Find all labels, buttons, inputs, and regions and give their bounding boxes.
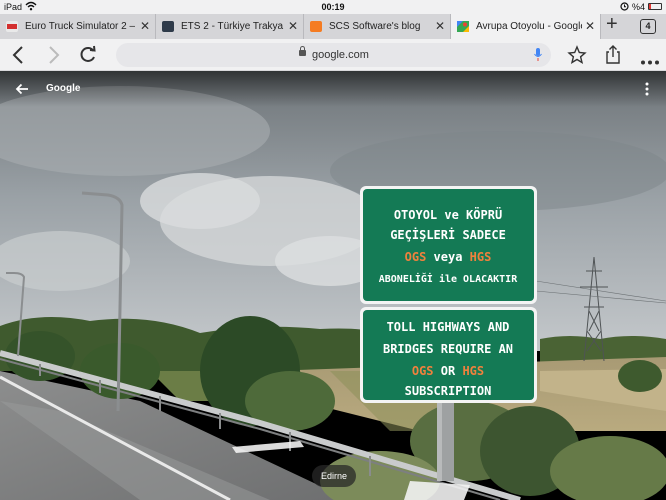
close-tab-icon[interactable]: ✕ (435, 19, 445, 33)
nav-arrow-back-icon[interactable] (232, 441, 304, 453)
sign-tr-veya: veya (426, 250, 469, 264)
new-tab-button[interactable]: + (606, 13, 618, 36)
back-button[interactable] (8, 39, 30, 71)
sign-tr-line3: OGS veya HGS (405, 250, 492, 264)
reload-button[interactable] (77, 39, 99, 71)
sign-tr-line4: ABONELİĞİ ile OLACAKTIR (379, 271, 518, 285)
battery-icon (648, 3, 662, 10)
status-bar: iPad 00:19 %4 (0, 0, 666, 14)
tab-strip: Euro Truck Simulator 2 – ✕ ETS 2 - Türki… (0, 14, 666, 39)
sign-tr-ogs: OGS (405, 250, 427, 264)
sign-en-line1: TOLL HIGHWAYS AND (387, 320, 510, 334)
street-view-header (0, 71, 666, 107)
sign-en-line2: BRIDGES REQUIRE AN (383, 342, 513, 356)
street-view-image: OTOYOL ve KÖPRÜ GEÇİŞLERİ SADECE OGS vey… (0, 71, 666, 500)
street-view-menu-icon[interactable] (645, 82, 649, 96)
favicon-icon (6, 21, 18, 32)
sign-en-line3: OGS OR HGS (412, 364, 484, 378)
microphone-icon[interactable] (534, 48, 542, 67)
close-tab-icon[interactable]: ✕ (288, 19, 298, 33)
street-view-panorama[interactable]: OTOYOL ve KÖPRÜ GEÇİŞLERİ SADECE OGS vey… (0, 71, 666, 500)
close-tab-icon[interactable]: ✕ (140, 19, 150, 33)
sign-tr-line2: GEÇİŞLERİ SADECE (390, 227, 506, 242)
tab-avrupa-otoyolu[interactable]: Avrupa Otoyolu - Google ✕ (451, 14, 601, 39)
sign-en-or: OR (434, 364, 463, 378)
close-tab-icon[interactable]: ✕ (585, 19, 595, 33)
tab-label: ETS 2 - Türkiye Trakya "R (181, 21, 285, 32)
sign-tr-hgs: HGS (470, 250, 492, 264)
more-options-icon[interactable] (640, 52, 660, 70)
favicon-icon (310, 21, 322, 32)
clock: 00:19 (321, 2, 345, 12)
sign-en-hgs: HGS (462, 364, 484, 378)
favicon-icon (162, 21, 174, 32)
tab-scs-blog[interactable]: SCS Software's blog ✕ (304, 14, 451, 39)
share-icon[interactable] (604, 45, 622, 70)
google-maps-favicon-icon (457, 21, 469, 32)
tab-label: Avrupa Otoyolu - Google (476, 21, 582, 32)
back-arrow-icon[interactable] (14, 81, 30, 97)
tab-label: Euro Truck Simulator 2 – (25, 21, 135, 32)
address-bar[interactable]: google.com (116, 43, 551, 67)
lock-icon (299, 46, 306, 56)
bookmark-star-icon[interactable] (567, 45, 587, 70)
toolbar: google.com (0, 39, 666, 71)
url-text: google.com (312, 49, 369, 61)
tab-switcher-button[interactable]: 4 (640, 19, 656, 34)
battery-percent: %4 (632, 2, 646, 12)
sign-en-ogs: OGS (412, 364, 434, 378)
browser-window: iPad 00:19 %4 Euro Truck Simulator 2 – ✕… (0, 0, 666, 500)
tab-label: SCS Software's blog (329, 21, 421, 32)
sign-en-line4: SUBSCRIPTION (405, 384, 492, 398)
place-label[interactable]: Edirne (312, 465, 357, 487)
street-view-title: Google (46, 83, 81, 94)
alarm-icon (620, 1, 629, 13)
tab-ets2-turkiye[interactable]: ETS 2 - Türkiye Trakya "R ✕ (156, 14, 304, 39)
tab-euro-truck-simulator[interactable]: Euro Truck Simulator 2 – ✕ (0, 14, 156, 39)
sign-tr-line1: OTOYOL ve KÖPRÜ (394, 207, 502, 222)
forward-button[interactable] (42, 39, 64, 71)
